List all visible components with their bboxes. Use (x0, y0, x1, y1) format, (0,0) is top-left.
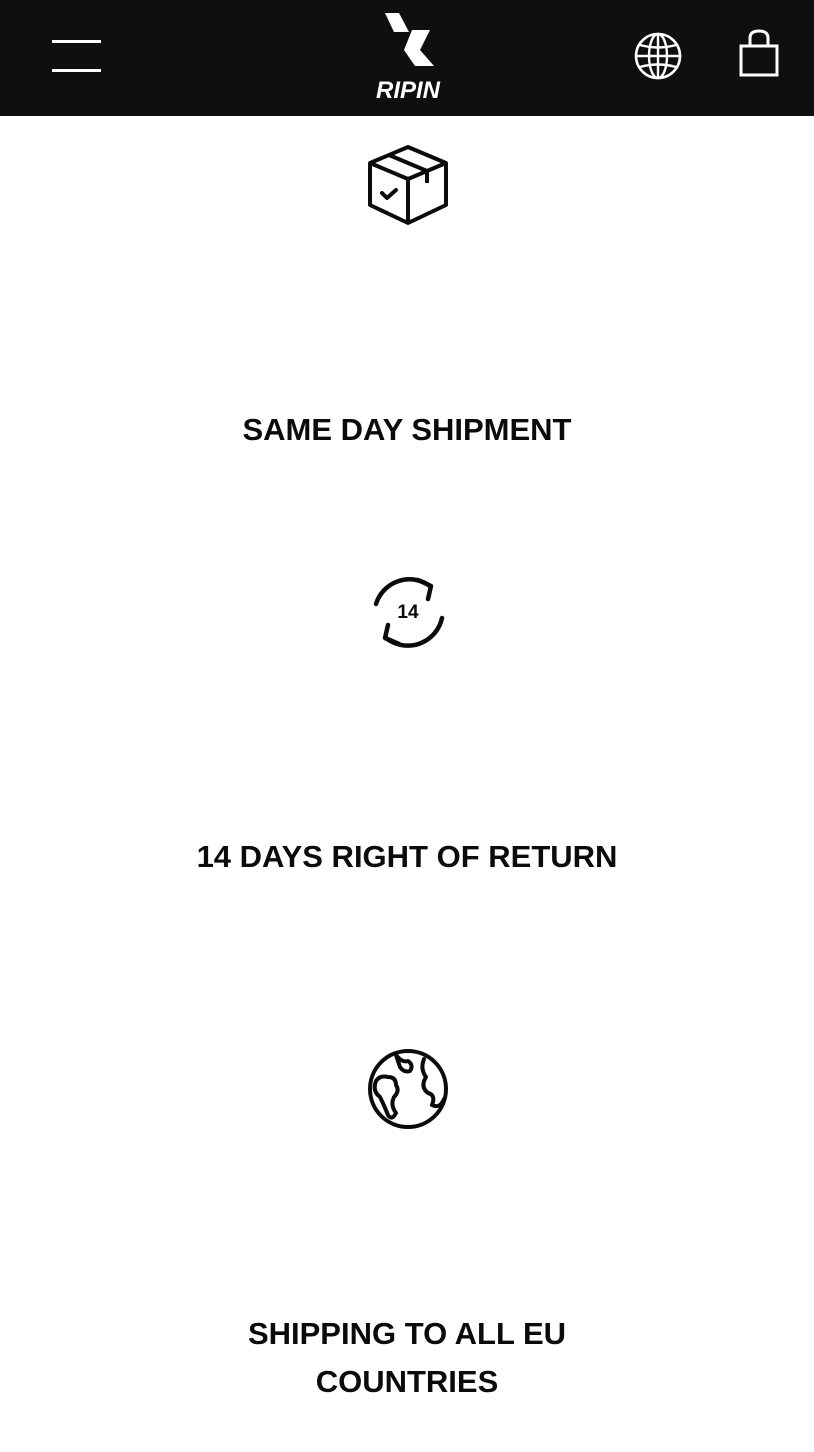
menu-line (52, 40, 101, 43)
globe-icon (634, 32, 682, 80)
feature-title-same-day-shipment: SAME DAY SHIPMENT (242, 412, 572, 447)
box-check-icon (368, 145, 448, 225)
menu-line (52, 69, 101, 72)
shopping-bag-icon (739, 29, 779, 77)
brand-logo[interactable]: RIPIN (352, 10, 464, 104)
earth-icon (368, 1049, 448, 1129)
ripin-logo-icon: RIPIN (376, 13, 441, 104)
svg-text:RIPIN: RIPIN (376, 77, 441, 104)
hamburger-menu-button[interactable] (52, 38, 102, 74)
language-selector-button[interactable] (632, 30, 684, 82)
return-14-days-icon: 14 (373, 577, 445, 648)
return-days-number: 14 (397, 602, 419, 623)
shopping-cart-button[interactable] (736, 28, 782, 80)
site-header: RIPIN (0, 0, 814, 116)
feature-title-eu-shipping: SHIPPING TO ALL EU COUNTRIES (247, 1316, 567, 1399)
feature-title-return-policy: 14 DAYS RIGHT OF RETURN (196, 839, 618, 874)
